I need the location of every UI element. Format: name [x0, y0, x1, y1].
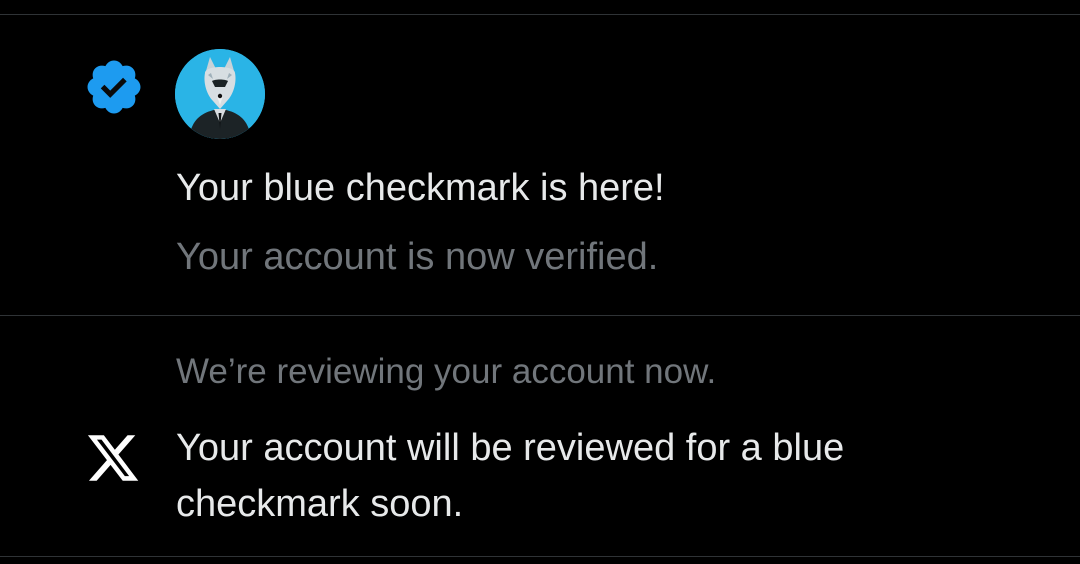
x-logo-icon — [84, 430, 142, 486]
bottom-divider — [0, 556, 1080, 557]
avatar[interactable] — [175, 49, 265, 139]
notification-title: Your account will be reviewed for a blue… — [176, 427, 845, 525]
notification-verified[interactable]: Your blue checkmark is here! Your accoun… — [0, 15, 1080, 315]
verified-badge-icon — [83, 56, 145, 118]
notification-review[interactable]: We’re reviewing your account now. Your a… — [0, 316, 1080, 556]
notification-title: Your blue checkmark is here! — [176, 167, 665, 209]
notification-preface: We’re reviewing your account now. — [176, 352, 717, 391]
notification-subtitle: Your account is now verified. — [176, 236, 659, 278]
